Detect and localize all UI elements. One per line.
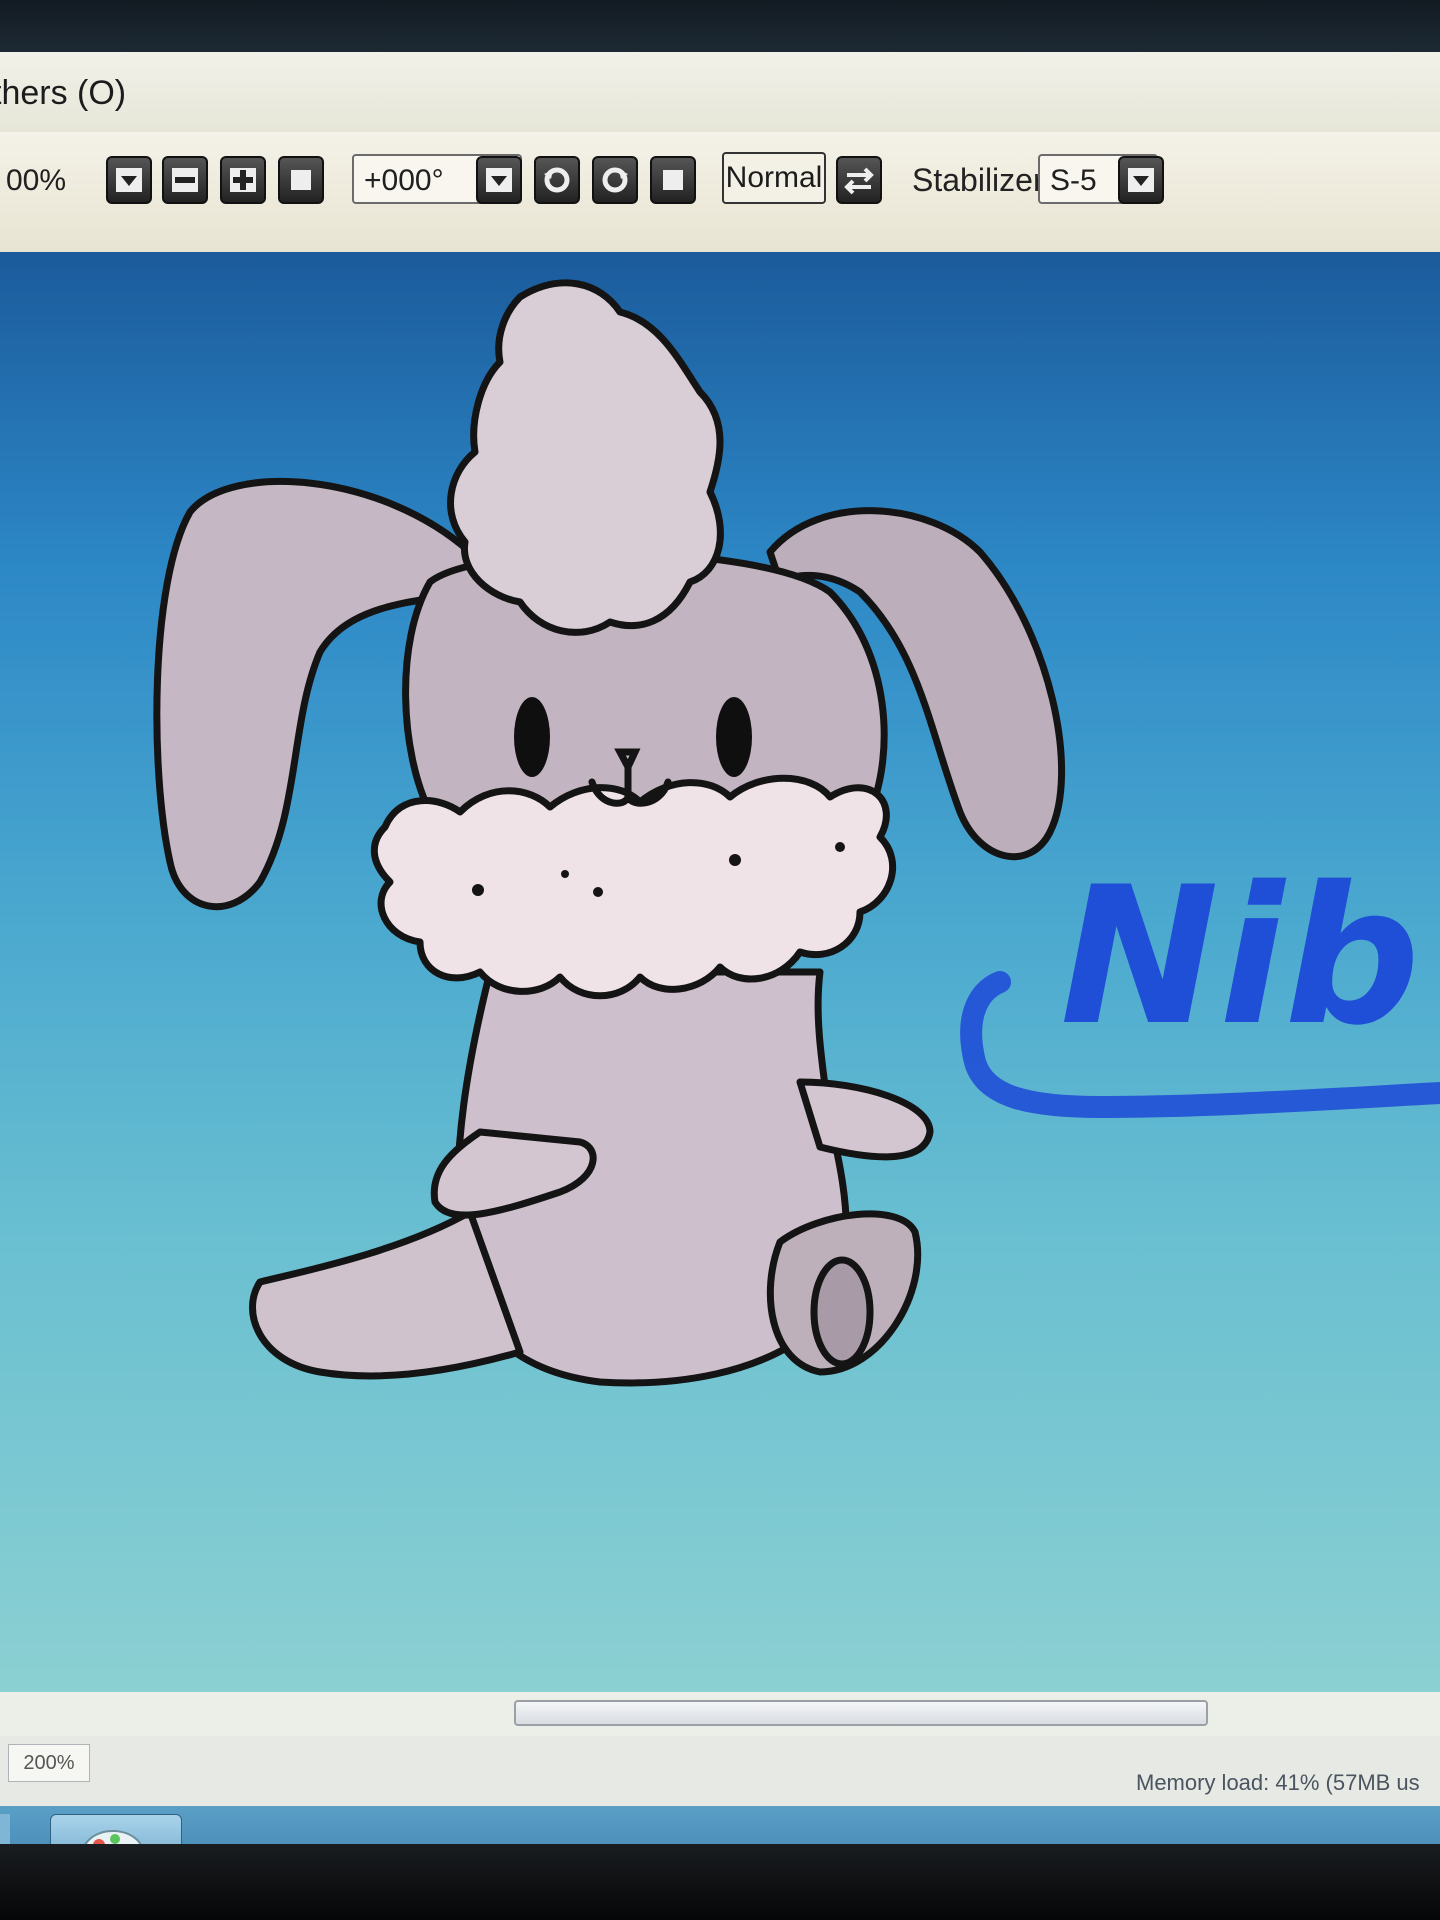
taskbar (0, 1806, 1440, 1844)
bunny-right-arm (796, 1078, 934, 1161)
signature-text: Nib (1060, 846, 1420, 1067)
signature-mark: Nib (960, 846, 1440, 1119)
status-zoom: 200% (8, 1744, 90, 1782)
monitor-bezel-bottom (0, 1844, 1440, 1920)
bunny-foot-pad (810, 1256, 874, 1368)
menu-others[interactable]: thers (O) (0, 74, 126, 113)
bunny-drawing: Nib (153, 279, 1440, 1387)
scrollbar-thumb[interactable] (514, 1700, 1208, 1726)
rotate-right-button[interactable] (592, 156, 638, 204)
minus-icon (172, 168, 198, 192)
chevron-down-icon (116, 168, 142, 192)
drawing-canvas[interactable]: Nib (0, 252, 1440, 1692)
flip-horizontal-button[interactable] (836, 156, 882, 204)
taskbar-app-button[interactable] (50, 1814, 182, 1844)
chevron-down-icon (1128, 168, 1154, 192)
app-window: thers (O) 00% +000° Normal Stabilizer S-… (0, 52, 1440, 1844)
monitor-bezel-top (0, 0, 1440, 52)
rotate-right-icon (602, 167, 628, 193)
bunny-hair-tuft (447, 279, 724, 636)
stabilizer-dropdown-button[interactable] (1118, 156, 1164, 204)
zoom-in-button[interactable] (220, 156, 266, 204)
memory-status: Memory load: 41% (57MB us (1136, 1770, 1420, 1795)
horizontal-scrollbar[interactable] (0, 1692, 1440, 1736)
bunny-leg (249, 1208, 524, 1380)
stabilizer-label: Stabilizer (912, 162, 1044, 198)
status-bar: 200% Memory load: 41% (57MB us (0, 1736, 1440, 1806)
square-icon (663, 170, 683, 190)
view-toolbar: 00% +000° Normal Stabilizer S-5 (0, 132, 1440, 255)
square-icon (291, 170, 311, 190)
zoom-out-button[interactable] (162, 156, 208, 204)
rotate-left-icon (544, 167, 570, 193)
rotation-reset-button[interactable] (650, 156, 696, 204)
rotation-dropdown-button[interactable] (476, 156, 522, 204)
bunny-collar (370, 774, 897, 1000)
bunny-left-eye (514, 697, 550, 777)
flip-arrows-icon (844, 167, 874, 195)
zoom-reset-button[interactable] (278, 156, 324, 204)
rotate-left-button[interactable] (534, 156, 580, 204)
zoom-field[interactable]: 00% (0, 154, 94, 204)
plus-icon (230, 168, 256, 192)
bunny-right-eye (716, 697, 752, 777)
blend-mode-button[interactable]: Normal (722, 152, 826, 204)
paint-app-icon (84, 1830, 142, 1844)
zoom-dropdown-button[interactable] (106, 156, 152, 204)
taskbar-left-edge (0, 1814, 10, 1844)
menu-bar: thers (O) (0, 52, 1440, 133)
chevron-down-icon (486, 168, 512, 192)
